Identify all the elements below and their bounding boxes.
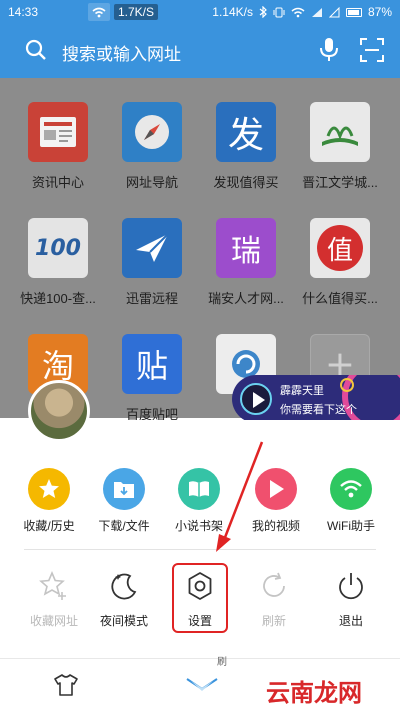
fa-char-icon: 发 <box>216 102 276 162</box>
moon-icon <box>106 568 142 604</box>
tile-jjwxc[interactable]: 晋江文学城... <box>294 102 386 191</box>
wifi-icon <box>330 468 372 510</box>
menu-label: 收藏/历史 <box>23 519 75 533</box>
menu-label: 小说书架 <box>174 519 223 533</box>
mic-icon[interactable] <box>318 37 340 63</box>
sim-icon <box>328 6 340 18</box>
zhi-char-icon: 值 <box>310 218 370 278</box>
speed-badge: 1.7K/S <box>114 4 159 20</box>
banner-title: 霹霹天里 <box>280 385 324 397</box>
play-icon <box>240 383 272 415</box>
star-icon <box>28 468 70 510</box>
status-time: 14:33 <box>8 5 39 19</box>
download-icon <box>103 468 145 510</box>
tool-refresh[interactable]: 刷新 <box>234 568 314 629</box>
sheet-close-icon[interactable] <box>185 665 219 693</box>
cell-signal-icon <box>311 7 323 18</box>
settings-highlight-box <box>172 563 228 633</box>
wifi-signal-icon <box>291 7 305 18</box>
avatar[interactable] <box>28 380 90 442</box>
rui-char-icon: 瑞 <box>216 218 276 278</box>
refresh-icon <box>256 568 292 604</box>
tile-kuaidi100[interactable]: 100 快递100-查... <box>12 218 104 307</box>
menu-label: 下载/文件 <box>98 519 150 533</box>
search-bar[interactable]: 搜索或输入网址 <box>0 24 400 78</box>
menu-label: 我的视频 <box>251 519 300 533</box>
tool-night-mode[interactable]: 夜间模式 <box>84 568 164 629</box>
bird-icon <box>122 218 182 278</box>
star-add-icon <box>36 568 72 604</box>
tile-label: 发现值得买 <box>213 175 279 190</box>
tile-smzdm[interactable]: 值 什么值得买... <box>294 218 386 307</box>
search-icon <box>25 39 47 61</box>
battery-icon <box>345 7 362 17</box>
vibrate-icon <box>273 7 285 18</box>
tile-label: 网址导航 <box>125 175 178 190</box>
menu-downloads[interactable]: 下载/文件 <box>84 468 164 534</box>
scan-icon[interactable] <box>360 38 384 62</box>
watermark: 云南龙网 <box>266 679 362 707</box>
tool-label: 收藏网址 <box>29 614 78 628</box>
tile-news[interactable]: 资讯中心 <box>12 102 104 191</box>
compass-icon <box>122 102 182 162</box>
tile-nav[interactable]: 网址导航 <box>106 102 198 191</box>
status-right: 1.14K/s 87% <box>212 5 392 19</box>
video-banner[interactable]: 霹霹天里 你需要看下这个 <box>232 375 400 423</box>
power-icon <box>333 568 369 604</box>
banner-ring <box>340 378 354 392</box>
banner-subtitle: 你需要看下这个 <box>280 404 357 416</box>
menu-divider <box>24 549 376 550</box>
tile-label: 什么值得买... <box>302 291 378 306</box>
tool-label: 夜间模式 <box>99 614 148 628</box>
menu-label: WiFi助手 <box>327 519 375 533</box>
menu-wifi-assistant[interactable]: WiFi助手 <box>311 468 391 534</box>
tile-xunlei[interactable]: 迅雷远程 <box>106 218 198 307</box>
tie-char-icon: 贴 <box>122 334 182 394</box>
bluetooth-icon <box>259 6 267 18</box>
tile-label: 迅雷远程 <box>125 291 178 306</box>
play-icon <box>255 468 297 510</box>
speed-indicator: 1.7K/S <box>88 2 159 22</box>
news-icon <box>28 102 88 162</box>
search-placeholder[interactable]: 搜索或输入网址 <box>62 40 181 65</box>
bottom-nav-bar: 刷 云南龙网 <box>0 657 400 710</box>
tool-exit[interactable]: 退出 <box>311 568 391 629</box>
tile-label: 资讯中心 <box>31 175 84 190</box>
status-bar: 14:33 1.7K/S 1.14K/s 87% <box>0 0 400 24</box>
book-open-icon <box>178 468 220 510</box>
tile-label: 晋江文学城... <box>302 175 378 190</box>
tile-smzdm-find[interactable]: 发 发现值得买 <box>200 102 292 191</box>
tshirt-icon[interactable] <box>54 674 78 696</box>
menu-novel-shelf[interactable]: 小说书架 <box>159 468 239 534</box>
100-icon: 100 <box>28 218 88 278</box>
tile-ruian[interactable]: 瑞 瑞安人才网... <box>200 218 292 307</box>
tile-label: 快递100-查... <box>20 291 96 306</box>
network-speed: 1.14K/s <box>212 5 253 19</box>
tile-label: 瑞安人才网... <box>208 291 284 306</box>
wifi-status-icon <box>88 3 110 21</box>
tool-add-bookmark[interactable]: 收藏网址 <box>14 568 94 629</box>
menu-favorites-history[interactable]: 收藏/历史 <box>9 468 89 534</box>
tool-label: 刷新 <box>261 614 286 628</box>
tile-tieba[interactable]: 贴 百度贴吧 <box>106 334 198 423</box>
book-icon <box>310 102 370 162</box>
tool-label: 退出 <box>338 614 363 628</box>
battery-level: 87% <box>367 5 392 19</box>
menu-my-videos[interactable]: 我的视频 <box>236 468 316 534</box>
dimmed-app-grid: 资讯中心 网址导航 发 发现值得买 晋江文学城... 100 快递100-查..… <box>0 78 400 422</box>
